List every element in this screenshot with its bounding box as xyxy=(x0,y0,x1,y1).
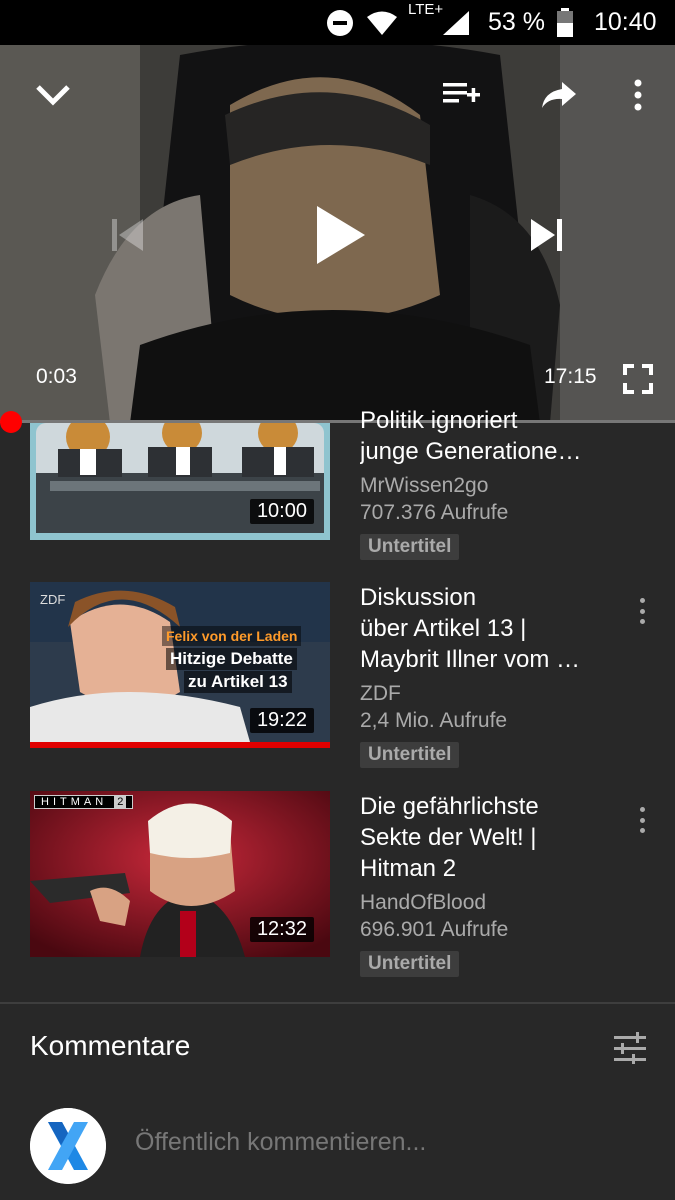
total-duration: 17:15 xyxy=(544,365,597,388)
video-thumbnail[interactable]: HITMAN 2 12:32 xyxy=(30,791,330,957)
view-count: 696.901 Aufrufe xyxy=(360,918,509,941)
view-count: 2,4 Mio. Aufrufe xyxy=(360,709,508,732)
subtitle-badge: Untertitel xyxy=(360,534,460,560)
list-item[interactable]: HITMAN 2 12:32 Die gefährlichste Sekte d… xyxy=(0,791,675,991)
battery-icon xyxy=(556,0,574,45)
video-more-options-icon[interactable] xyxy=(630,596,654,626)
sort-filter-icon[interactable] xyxy=(610,1030,650,1066)
view-count: 707.376 Aufrufe xyxy=(360,501,509,524)
hitman-logo: HITMAN 2 xyxy=(34,795,134,809)
clock: 10:40 xyxy=(594,8,657,36)
video-more-options-icon[interactable] xyxy=(630,805,654,835)
fullscreen-icon[interactable] xyxy=(618,359,658,399)
network-type: LTE+ xyxy=(408,0,444,18)
more-options-icon[interactable] xyxy=(620,73,656,117)
list-item[interactable]: 10:00 Politik ignoriert junge Generation… xyxy=(0,407,675,583)
status-bar: LTE+ 53 % 10:40 xyxy=(0,0,675,45)
video-title[interactable]: Die gefährlichste Sekte der Welt! | Hitm… xyxy=(360,791,625,884)
add-to-playlist-icon[interactable] xyxy=(438,73,484,117)
do-not-disturb-icon xyxy=(326,0,354,45)
channel-name: ZDF xyxy=(360,682,401,705)
section-divider xyxy=(0,1002,675,1004)
subtitle-badge: Untertitel xyxy=(360,951,460,977)
comment-input[interactable] xyxy=(135,1128,635,1157)
minimize-chevron-icon[interactable] xyxy=(30,75,76,115)
previous-icon[interactable] xyxy=(104,213,150,257)
duration-badge: 19:22 xyxy=(249,708,314,733)
duration-badge: 12:32 xyxy=(249,917,314,942)
video-thumbnail[interactable]: ZDF Felix von der Laden Hitzige Debatte … xyxy=(30,582,330,748)
video-title[interactable]: Politik ignoriert junge Generatione… xyxy=(360,405,625,467)
play-icon[interactable] xyxy=(310,200,372,270)
comments-heading: Kommentare xyxy=(30,1030,191,1061)
channel-name: MrWissen2go xyxy=(360,474,489,497)
thumbnail-caption-line2: zu Artikel 13 xyxy=(184,671,292,693)
thumbnail-caption-name: Felix von der Laden xyxy=(162,626,302,646)
video-player[interactable]: 0:03 17:15 xyxy=(0,45,675,423)
zdf-logo: ZDF xyxy=(40,592,66,607)
elapsed-time: 0:03 xyxy=(36,365,77,388)
share-icon[interactable] xyxy=(536,73,582,117)
list-item[interactable]: ZDF Felix von der Laden Hitzige Debatte … xyxy=(0,582,675,782)
wifi-icon xyxy=(366,0,398,45)
video-title[interactable]: Diskussion über Artikel 13 | Maybrit Ill… xyxy=(360,582,625,675)
subtitle-badge: Untertitel xyxy=(360,742,460,768)
video-thumbnail[interactable]: 10:00 xyxy=(30,423,330,540)
next-icon[interactable] xyxy=(524,213,570,257)
avatar xyxy=(30,1108,106,1184)
channel-name: HandOfBlood xyxy=(360,891,487,914)
duration-badge: 10:00 xyxy=(249,499,314,524)
thumbnail-caption-line1: Hitzige Debatte xyxy=(166,648,297,670)
battery-percent: 53 % xyxy=(488,8,545,36)
signal-icon xyxy=(442,0,470,45)
